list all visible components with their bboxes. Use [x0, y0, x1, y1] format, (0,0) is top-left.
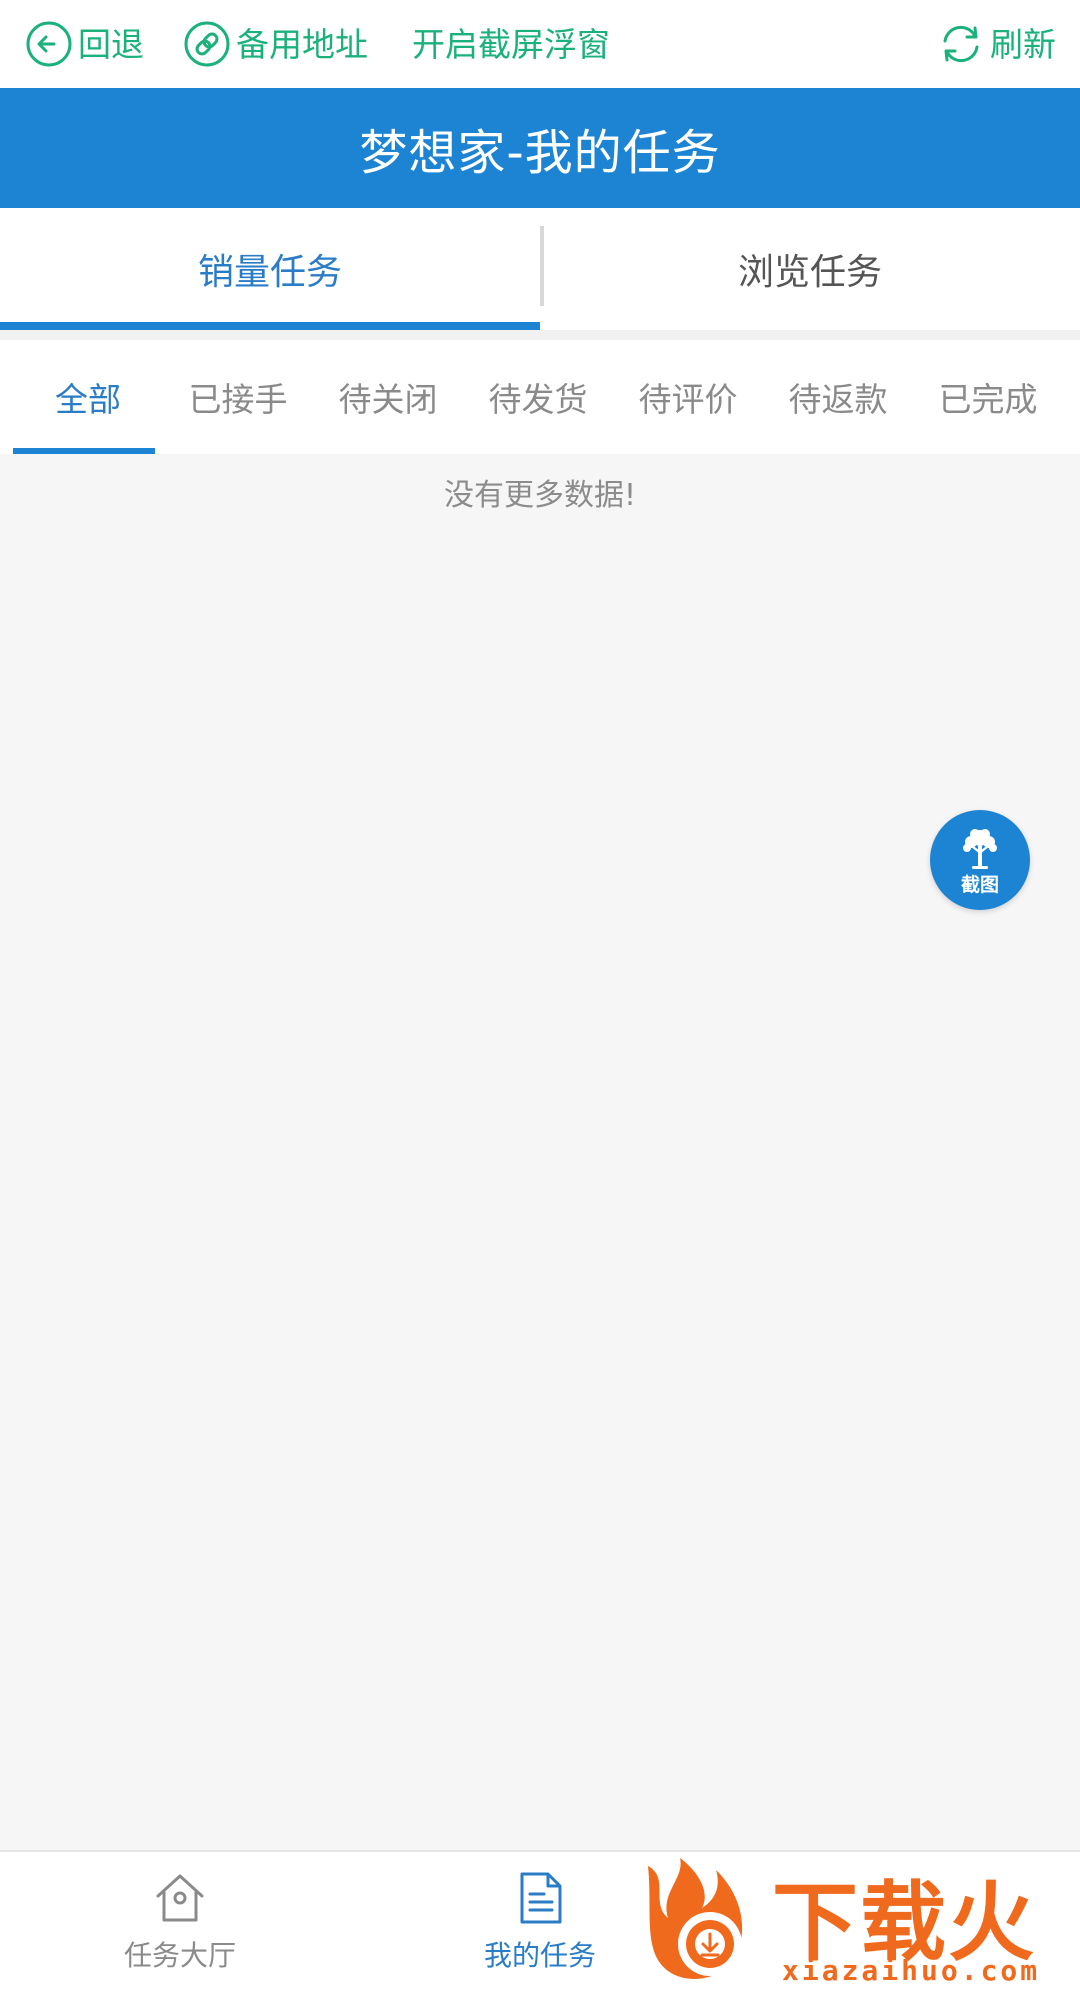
filter-tab-pending-ship[interactable]: 待发货: [463, 340, 613, 454]
filter-tab-label: 待关闭: [338, 380, 438, 419]
title-bar: 梦想家-我的任务: [0, 88, 1080, 208]
top-toolbar: 回退 备用地址 开启截屏浮窗 刷新: [0, 0, 1080, 88]
tree-icon: [963, 828, 997, 869]
filter-tab-pending-review[interactable]: 待评价: [613, 340, 763, 454]
open-float-window-button[interactable]: 开启截屏浮窗: [412, 0, 610, 88]
screenshot-float-button[interactable]: 截图: [930, 810, 1030, 910]
filter-tab-pending-close[interactable]: 待关闭: [313, 340, 463, 454]
filter-tab-label: 待评价: [638, 380, 738, 419]
filter-tab-label: 待返款: [788, 380, 888, 419]
nav-task-hall[interactable]: 任务大厅: [60, 1852, 300, 1989]
screenshot-label: 截图: [960, 873, 999, 896]
link-icon: [184, 21, 230, 67]
status-filter-tabs: 全部 已接手 待关闭 待发货 待评价 待返款 已完成: [0, 340, 1080, 454]
alt-address-button[interactable]: 备用地址: [182, 0, 368, 88]
tab-label: 销量任务: [197, 252, 342, 293]
filter-tab-label: 已完成: [938, 380, 1038, 419]
document-icon: [520, 1872, 562, 1923]
tab-sales-tasks[interactable]: 销量任务: [0, 208, 540, 330]
filter-tab-completed[interactable]: 已完成: [913, 340, 1063, 454]
filter-tab-label: 全部: [55, 380, 121, 419]
page-title: 梦想家-我的任务: [359, 125, 721, 181]
nav-label: 任务大厅: [123, 1938, 236, 1972]
tab-divider: [540, 226, 544, 306]
nav-my-tasks[interactable]: 我的任务: [420, 1852, 660, 1989]
filter-tab-label: 待发货: [488, 380, 588, 419]
section-gap: [0, 330, 1080, 340]
back-label: 回退: [78, 24, 144, 64]
tab-browse-tasks[interactable]: 浏览任务: [540, 208, 1080, 330]
filter-tab-pending-refund[interactable]: 待返款: [763, 340, 913, 454]
refresh-label: 刷新: [990, 24, 1056, 64]
home-icon: [156, 1874, 204, 1921]
tab-label: 浏览任务: [737, 252, 882, 293]
main-tabs: 销量任务 浏览任务: [0, 208, 1080, 330]
nav-label: 我的任务: [483, 1938, 596, 1972]
back-arrow-icon: [26, 21, 72, 67]
bottom-navigation: 任务大厅 我的任务: [0, 1850, 1080, 1989]
alt-address-label: 备用地址: [236, 24, 368, 64]
app-screen: 回退 备用地址 开启截屏浮窗 刷新 梦想家-我的任务 销量任务 浏览任务 全部 …: [0, 0, 1080, 1989]
filter-tab-accepted[interactable]: 已接手: [163, 340, 313, 454]
empty-state-message: 没有更多数据!: [443, 478, 637, 513]
refresh-icon: [943, 25, 979, 63]
filter-tab-all[interactable]: 全部: [13, 340, 163, 454]
filter-tab-label: 已接手: [188, 380, 288, 419]
back-button[interactable]: 回退: [24, 0, 144, 88]
float-window-label: 开启截屏浮窗: [412, 24, 610, 64]
refresh-button[interactable]: 刷新: [936, 0, 1056, 88]
